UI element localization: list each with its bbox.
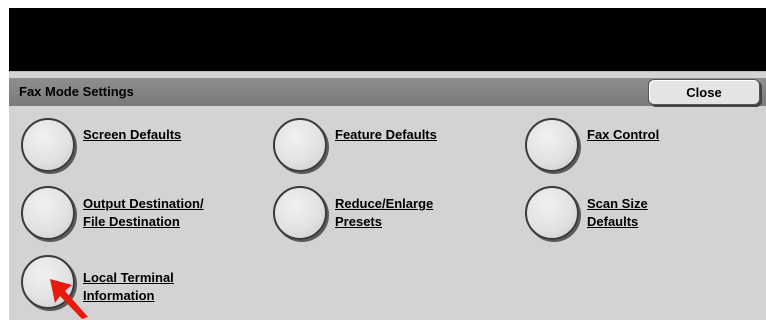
page-title: Fax Mode Settings (19, 84, 134, 99)
fax-control-option[interactable]: Fax Control (525, 118, 755, 172)
fax-mode-settings-panel: Fax Mode Settings Close Screen Defaults … (9, 71, 766, 320)
output-destination-label-line2: File Destination (83, 214, 180, 229)
red-arrow-pointer-icon (50, 279, 88, 319)
reduce-enlarge-radio-button[interactable] (273, 186, 327, 240)
feature-defaults-label: Feature Defaults (335, 127, 437, 142)
local-terminal-label-line1: Local Terminal (83, 270, 174, 285)
feature-defaults-option[interactable]: Feature Defaults (273, 118, 503, 172)
reduce-enlarge-label-line1: Reduce/Enlarge (335, 196, 434, 211)
reduce-enlarge-label-line2: Presets (335, 214, 382, 229)
close-button[interactable]: Close (648, 79, 760, 105)
local-terminal-label-line2: Information (83, 288, 155, 303)
screen-defaults-radio-button[interactable] (21, 118, 75, 172)
scan-size-defaults-option[interactable]: Scan Size Defaults (525, 186, 755, 240)
fax-control-radio-button[interactable] (525, 118, 579, 172)
screen-defaults-label: Screen Defaults (83, 127, 182, 142)
panel-header: Fax Mode Settings Close (9, 78, 766, 106)
top-black-bar (9, 8, 766, 71)
feature-defaults-radio-button[interactable] (273, 118, 327, 172)
scan-size-radio-button[interactable] (525, 186, 579, 240)
screen-defaults-option[interactable]: Screen Defaults (21, 118, 251, 172)
output-destination-option[interactable]: Output Destination/ File Destination (21, 186, 251, 240)
reduce-enlarge-presets-option[interactable]: Reduce/Enlarge Presets (273, 186, 503, 240)
output-destination-radio-button[interactable] (21, 186, 75, 240)
fax-control-label: Fax Control (587, 127, 660, 142)
scan-size-label-line2: Defaults (587, 214, 639, 229)
output-destination-label-line1: Output Destination/ (83, 196, 204, 211)
scan-size-label-line1: Scan Size (587, 196, 648, 211)
